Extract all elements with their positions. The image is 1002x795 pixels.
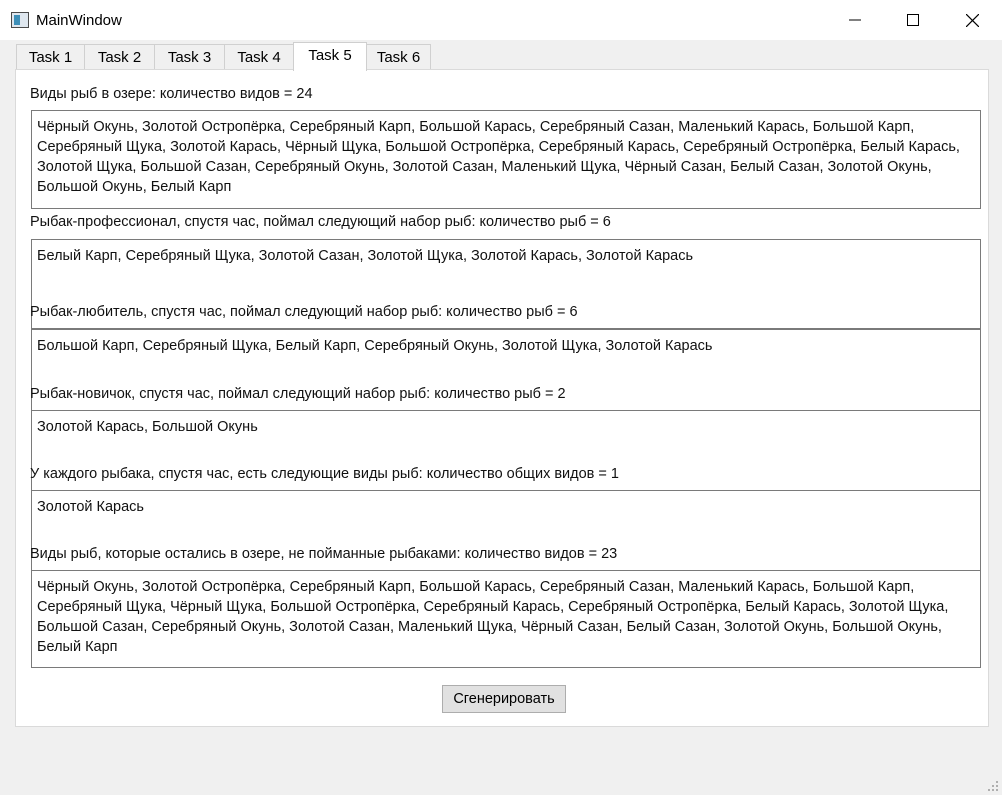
close-button[interactable] [943, 0, 1001, 40]
remaining-species-label: Виды рыб, которые остались в озере, не п… [30, 546, 618, 562]
tab-task-4[interactable]: Task 4 [224, 44, 294, 71]
common-species-label: У каждого рыбака, спустя час, есть следу… [30, 466, 619, 482]
tab-task-3[interactable]: Task 3 [154, 44, 225, 71]
lake-species-label: Виды рыб в озере: количество видов = 24 [30, 86, 313, 102]
minimize-icon [849, 19, 861, 21]
tab-task-5[interactable]: Task 5 [293, 42, 367, 71]
minimize-button[interactable] [826, 0, 884, 40]
lake-species-textbox[interactable]: Чёрный Окунь, Золотой Остропёрка, Серебр… [31, 110, 981, 209]
window-title: MainWindow [36, 12, 122, 29]
maximize-icon [907, 14, 919, 26]
amateur-catch-label: Рыбак-любитель, спустя час, поймал следу… [30, 304, 578, 320]
tab-task-6[interactable]: Task 6 [366, 44, 431, 71]
main-window: MainWindow Task 1 Task 2 Task 3 Task 4 T… [0, 0, 1002, 795]
generate-button[interactable]: Сгенерировать [442, 685, 566, 713]
maximize-button[interactable] [884, 0, 942, 40]
remaining-species-textbox[interactable]: Чёрный Окунь, Золотой Остропёрка, Серебр… [31, 570, 981, 668]
close-icon [965, 13, 979, 27]
tab-content-panel: Виды рыб в озере: количество видов = 24 … [15, 69, 989, 727]
tab-task-1[interactable]: Task 1 [16, 44, 85, 71]
novice-catch-label: Рыбак-новичок, спустя час, поймал следую… [30, 386, 566, 402]
resize-grip-icon[interactable] [987, 780, 999, 792]
app-window-icon [11, 12, 29, 28]
tab-task-2[interactable]: Task 2 [84, 44, 155, 71]
professional-catch-label: Рыбак-профессионал, спустя час, поймал с… [30, 214, 611, 230]
title-bar[interactable]: MainWindow [0, 0, 1002, 40]
tab-strip: Task 1 Task 2 Task 3 Task 4 Task 5 Task … [16, 42, 976, 71]
